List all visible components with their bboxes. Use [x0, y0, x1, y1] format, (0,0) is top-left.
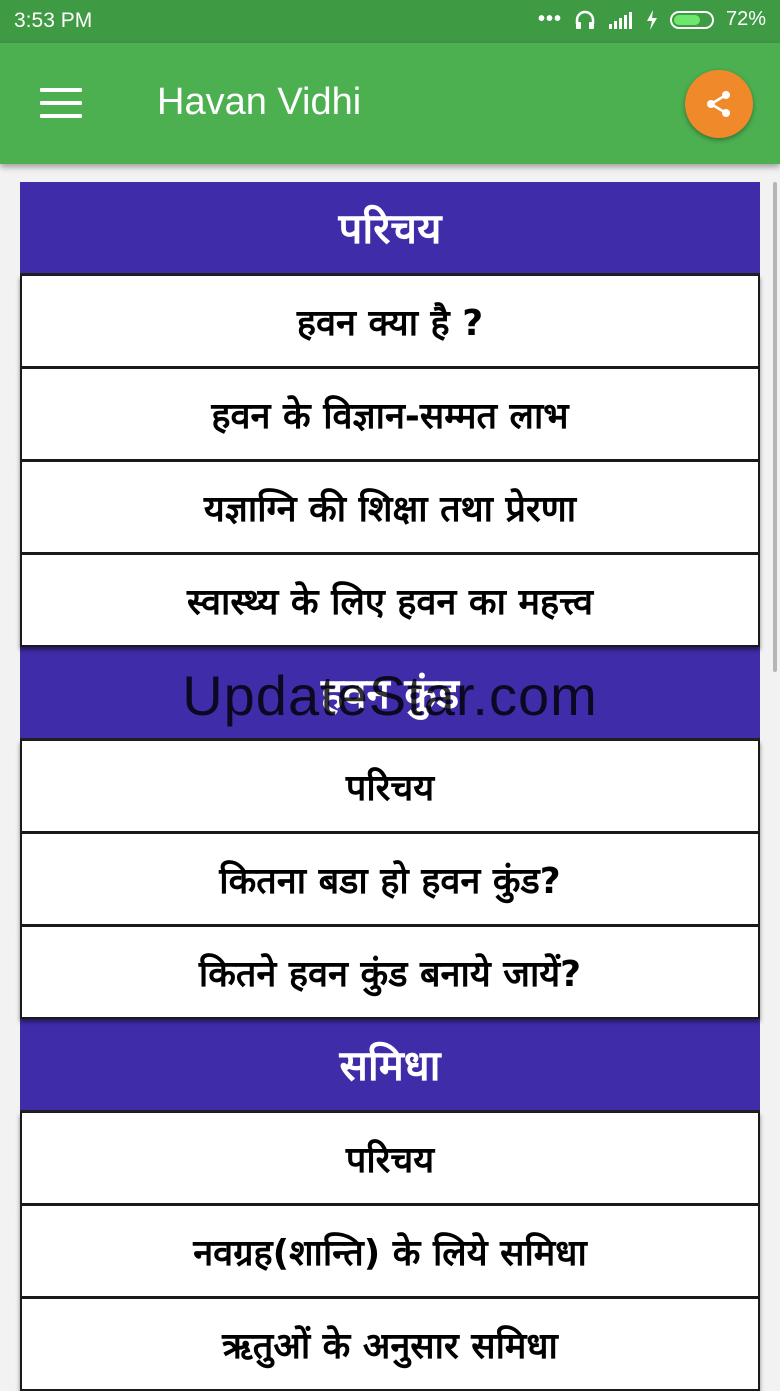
list-item[interactable]: परिचय — [20, 1112, 760, 1205]
list-item[interactable]: कितने हवन कुंड बनाये जायें? — [20, 926, 760, 1019]
charging-icon — [646, 9, 657, 30]
more-notifications-icon: ••• — [537, 8, 562, 30]
battery-icon — [669, 10, 714, 29]
section-header: हवन कुंड — [20, 647, 760, 740]
app-bar: Havan Vidhi — [0, 43, 780, 164]
list-item[interactable]: परिचय — [20, 740, 760, 833]
battery-percent: 72% — [725, 8, 766, 30]
headphones-icon — [575, 10, 595, 29]
list-item[interactable]: हवन के विज्ञान-सम्मत लाभ — [20, 368, 760, 461]
hamburger-menu-icon[interactable] — [40, 88, 82, 118]
section-header: परिचय — [20, 182, 760, 275]
status-time: 3:53 PM — [14, 9, 93, 32]
list-item[interactable]: स्वास्थ्य के लिए हवन का महत्त्व — [20, 554, 760, 647]
list-item[interactable]: ऋतुओं के अनुसार समिधा — [20, 1298, 760, 1391]
list-item[interactable]: कितना बडा हो हवन कुंड? — [20, 833, 760, 926]
scrollbar[interactable] — [773, 182, 777, 672]
status-icons: ••• 72% — [538, 8, 766, 31]
share-button[interactable] — [685, 70, 753, 138]
signal-icon — [608, 11, 632, 29]
section-header: समिधा — [20, 1019, 760, 1112]
share-icon — [707, 91, 730, 117]
app-title: Havan Vidhi — [157, 81, 362, 123]
list-item[interactable]: यज्ञाग्नि की शिक्षा तथा प्रेरणा — [20, 461, 760, 554]
battery-fill — [673, 14, 700, 25]
list-item[interactable]: नवग्रह(शान्ति) के लिये समिधा — [20, 1205, 760, 1298]
status-bar: 3:53 PM ••• 72% — [0, 0, 780, 43]
list-item[interactable]: हवन क्या है ? — [20, 275, 760, 368]
topic-list: परिचय हवन क्या है ? हवन के विज्ञान-सम्मत ल… — [20, 182, 760, 1391]
